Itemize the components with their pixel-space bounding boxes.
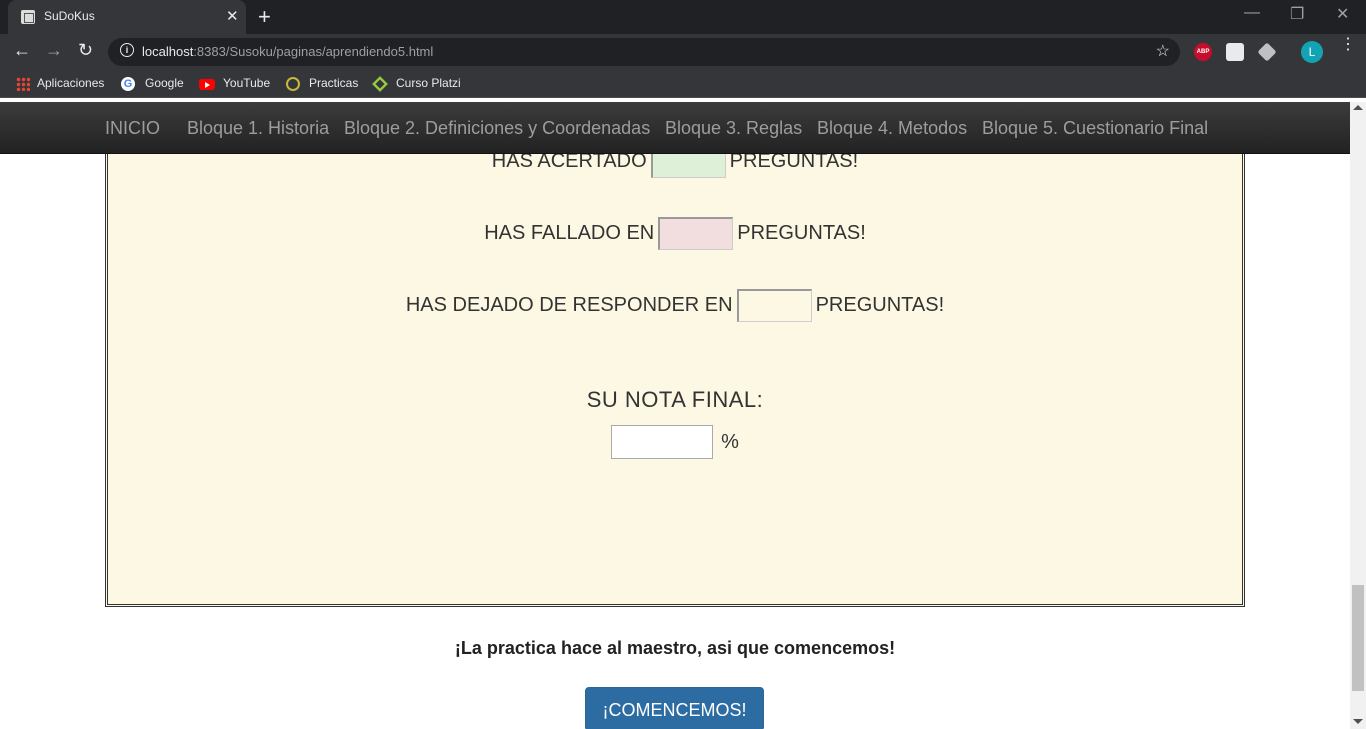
site-navbar: INICIO Bloque 1. Historia Bloque 2. Defi… <box>0 102 1350 154</box>
close-window-icon[interactable]: ✕ <box>1336 4 1349 24</box>
nav-bloque-3[interactable]: Bloque 3. Reglas <box>665 118 802 139</box>
forward-arrow-icon[interactable]: → <box>45 40 63 61</box>
bookmarks-bar: Aplicaciones G Google YouTube Practicas … <box>0 70 1366 98</box>
scroll-up-icon[interactable] <box>1353 105 1363 110</box>
page-scrollbar[interactable] <box>1350 102 1366 729</box>
info-icon[interactable]: i <box>120 43 134 57</box>
nav-bloque-4[interactable]: Bloque 4. Metodos <box>817 118 967 139</box>
nav-bloque-2[interactable]: Bloque 2. Definiciones y Coordenadas <box>344 118 650 139</box>
start-button[interactable]: ¡COMENCEMOS! <box>585 687 764 729</box>
nav-bloque-5[interactable]: Bloque 5. Cuestionario Final <box>982 118 1208 139</box>
close-tab-icon[interactable]: ✕ <box>226 7 239 25</box>
bookmark-curso-platzi[interactable]: Curso Platzi <box>396 76 461 90</box>
wrong-label: HAS FALLADO EN <box>484 222 655 244</box>
address-bar[interactable]: i localhost:8383/Susoku/paginas/aprendie… <box>108 38 1180 66</box>
browser-tab[interactable]: SuDoKus ✕ <box>8 0 246 34</box>
bookmark-youtube[interactable]: YouTube <box>223 76 270 90</box>
scroll-down-icon[interactable] <box>1353 719 1363 724</box>
google-icon: G <box>121 77 135 91</box>
wrong-count-field[interactable] <box>658 217 734 250</box>
page-viewport: HAS ACERTADO PREGUNTAS! HAS FALLADO EN PRE… <box>0 102 1350 729</box>
browser-titlebar: SuDoKus ✕ + — ❐ ✕ <box>0 0 1366 34</box>
url-text[interactable]: localhost:8383/Susoku/paginas/aprendiend… <box>142 44 433 59</box>
unanswered-row: HAS DEJADO DE RESPONDER EN PREGUNTAS! <box>108 289 1242 322</box>
scroll-thumb[interactable] <box>1352 585 1364 691</box>
bookmark-google[interactable]: Google <box>145 76 184 90</box>
adblock-extension-icon[interactable]: ABP <box>1194 43 1212 61</box>
motto-text: ¡La practica hace al maestro, asi que co… <box>454 638 896 658</box>
browser-menu-icon[interactable]: ⋮ <box>1340 37 1356 53</box>
reload-icon[interactable]: ↻ <box>78 40 93 61</box>
final-grade-row: % <box>108 425 1242 459</box>
tab-title: SuDoKus <box>44 9 95 23</box>
platzi-icon <box>372 76 388 92</box>
wrong-row: HAS FALLADO EN PREGUNTAS! <box>108 217 1242 250</box>
bookmark-aplicaciones[interactable]: Aplicaciones <box>37 76 104 90</box>
page-favicon-icon <box>21 10 35 24</box>
unanswered-suffix: PREGUNTAS! <box>815 294 945 316</box>
minimize-icon[interactable]: — <box>1244 4 1260 22</box>
url-path: :8383/Susoku/paginas/aprendiendo5.html <box>193 44 434 59</box>
back-arrow-icon[interactable]: ← <box>13 40 31 61</box>
wrong-suffix: PREGUNTAS! <box>737 222 866 244</box>
apps-icon <box>16 77 30 91</box>
percent-sign: % <box>721 430 739 453</box>
bookmark-practicas[interactable]: Practicas <box>309 76 358 90</box>
results-panel: HAS ACERTADO PREGUNTAS! HAS FALLADO EN PRE… <box>105 102 1245 607</box>
nav-bloque-1[interactable]: Bloque 1. Historia <box>187 118 329 139</box>
unanswered-label: HAS DEJADO DE RESPONDER EN <box>405 294 733 316</box>
youtube-icon <box>199 79 215 90</box>
url-host: localhost <box>142 44 194 59</box>
sheets-extension-icon[interactable] <box>1226 43 1244 61</box>
unanswered-count-field[interactable] <box>736 289 812 322</box>
practicas-icon <box>286 77 300 91</box>
profile-avatar[interactable]: L <box>1301 41 1323 63</box>
final-grade-field[interactable] <box>611 425 714 459</box>
final-grade-title: SU NOTA FINAL: <box>586 387 764 412</box>
restore-icon[interactable]: ❐ <box>1290 4 1304 24</box>
new-tab-button[interactable]: + <box>258 4 271 30</box>
nav-inicio[interactable]: INICIO <box>105 118 160 139</box>
bookmark-star-icon[interactable]: ☆ <box>1156 41 1170 61</box>
